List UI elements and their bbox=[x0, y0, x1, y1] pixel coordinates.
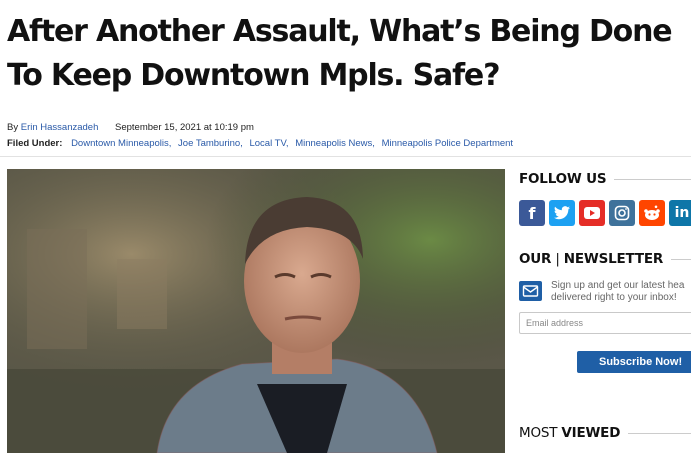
follow-us-heading: FOLLOW US bbox=[519, 171, 691, 187]
author-link[interactable]: Erin Hassanzadeh bbox=[21, 122, 99, 133]
email-input[interactable] bbox=[519, 312, 691, 334]
linkedin-icon[interactable]: in bbox=[669, 200, 691, 226]
newsletter-line-1: Sign up and get our latest hea bbox=[551, 280, 685, 291]
article-title: After Another Assault, What’s Being Done… bbox=[7, 14, 673, 93]
reddit-icon[interactable] bbox=[639, 200, 665, 226]
tag-minneapolis-police-department[interactable]: Minneapolis Police Department bbox=[382, 138, 513, 149]
heading-rule bbox=[671, 258, 691, 260]
filed-under: Filed Under: Downtown Minneapolis, Joe T… bbox=[7, 138, 517, 149]
newsletter-title-separator: | bbox=[555, 251, 560, 267]
most-viewed-title-a: MOST bbox=[519, 425, 558, 441]
man-portrait-image bbox=[7, 169, 505, 453]
filed-under-label: Filed Under: bbox=[7, 138, 63, 149]
newsletter-title-main: NEWSLETTER bbox=[563, 251, 664, 267]
divider bbox=[0, 156, 691, 157]
tag-joe-tamburino[interactable]: Joe Tamburino, bbox=[178, 138, 243, 149]
follow-us-title: FOLLOW US bbox=[519, 171, 607, 187]
tag-local-tv[interactable]: Local TV, bbox=[249, 138, 288, 149]
article-image[interactable] bbox=[7, 169, 505, 453]
publish-date: September 15, 2021 at 10:19 pm bbox=[115, 122, 254, 133]
newsletter-heading: OUR | NEWSLETTER bbox=[519, 251, 691, 267]
tag-minneapolis-news[interactable]: Minneapolis News, bbox=[295, 138, 375, 149]
twitter-icon[interactable] bbox=[549, 200, 575, 226]
heading-rule bbox=[628, 432, 691, 434]
tag-downtown-minneapolis[interactable]: Downtown Minneapolis, bbox=[71, 138, 171, 149]
byline: By Erin Hassanzadeh September 15, 2021 a… bbox=[7, 122, 254, 133]
most-viewed-title-b: VIEWED bbox=[561, 425, 621, 441]
facebook-icon[interactable]: f bbox=[519, 200, 545, 226]
by-label: By bbox=[7, 122, 19, 133]
newsletter-line-2: delivered right to your inbox! bbox=[551, 292, 677, 303]
most-viewed-title: MOST VIEWED bbox=[519, 425, 620, 441]
subscribe-button[interactable]: Subscribe Now! bbox=[577, 351, 691, 373]
most-viewed-heading: MOST VIEWED bbox=[519, 425, 691, 441]
instagram-icon[interactable] bbox=[609, 200, 635, 226]
newsletter-title: OUR | NEWSLETTER bbox=[519, 251, 663, 267]
heading-rule bbox=[614, 178, 691, 180]
envelope-icon bbox=[519, 281, 542, 301]
newsletter-description: Sign up and get our latest hea delivered… bbox=[551, 280, 684, 304]
youtube-icon[interactable] bbox=[579, 200, 605, 226]
newsletter-title-our: OUR bbox=[519, 251, 552, 267]
social-icons: f in bbox=[519, 200, 691, 226]
